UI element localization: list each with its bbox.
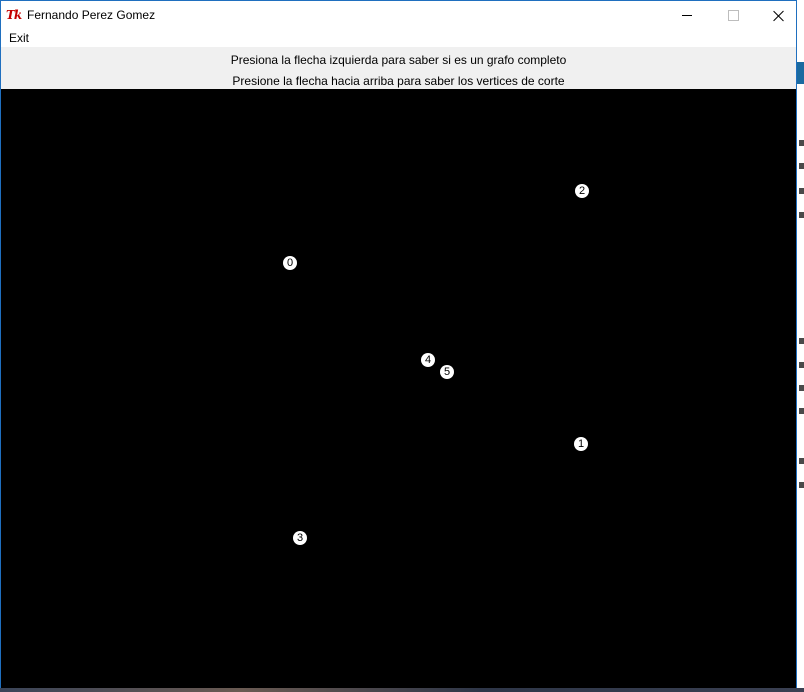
taskbar-edge bbox=[0, 688, 804, 692]
desktop-text-fragment bbox=[799, 408, 804, 414]
app-window: Tk Fernando Perez Gomez Exit Presiona la… bbox=[0, 0, 797, 688]
instructions-panel: Presiona la flecha izquierda para saber … bbox=[1, 47, 796, 89]
graph-node-5[interactable]: 5 bbox=[440, 365, 454, 379]
desktop-text-fragment bbox=[799, 458, 804, 464]
maximize-button[interactable] bbox=[710, 1, 756, 30]
graph-node-1[interactable]: 1 bbox=[574, 437, 588, 451]
window-title: Fernando Perez Gomez bbox=[27, 8, 156, 22]
desktop-text-fragment bbox=[799, 188, 804, 194]
maximize-icon bbox=[727, 10, 739, 21]
menu-bar: Exit bbox=[1, 30, 796, 47]
graph-node-2[interactable]: 2 bbox=[575, 184, 589, 198]
close-icon bbox=[773, 10, 785, 22]
menu-exit[interactable]: Exit bbox=[8, 31, 30, 45]
desktop-text-fragment bbox=[799, 385, 804, 391]
title-bar[interactable]: Tk Fernando Perez Gomez bbox=[1, 1, 796, 30]
desktop-text-fragment bbox=[799, 338, 804, 344]
instruction-cut-vertices: Presione la flecha hacia arriba para sab… bbox=[232, 74, 565, 88]
desktop-text-fragment bbox=[799, 212, 804, 218]
graph-canvas[interactable]: 0 1 2 3 4 5 bbox=[1, 89, 796, 688]
graph-node-4[interactable]: 4 bbox=[421, 353, 435, 367]
graph-node-0[interactable]: 0 bbox=[283, 256, 297, 270]
desktop-window-edge bbox=[797, 62, 804, 84]
instruction-complete-graph: Presiona la flecha izquierda para saber … bbox=[230, 53, 567, 67]
close-button[interactable] bbox=[756, 1, 802, 30]
desktop-text-fragment bbox=[799, 482, 804, 488]
desktop-background-right bbox=[797, 0, 804, 692]
tk-feather-icon: Tk bbox=[6, 8, 22, 22]
minimize-button[interactable] bbox=[664, 1, 710, 30]
minimize-icon bbox=[682, 15, 692, 16]
desktop-text-fragment bbox=[799, 163, 804, 169]
desktop-text-fragment bbox=[799, 362, 804, 368]
desktop-text-fragment bbox=[799, 140, 804, 146]
graph-node-3[interactable]: 3 bbox=[293, 531, 307, 545]
